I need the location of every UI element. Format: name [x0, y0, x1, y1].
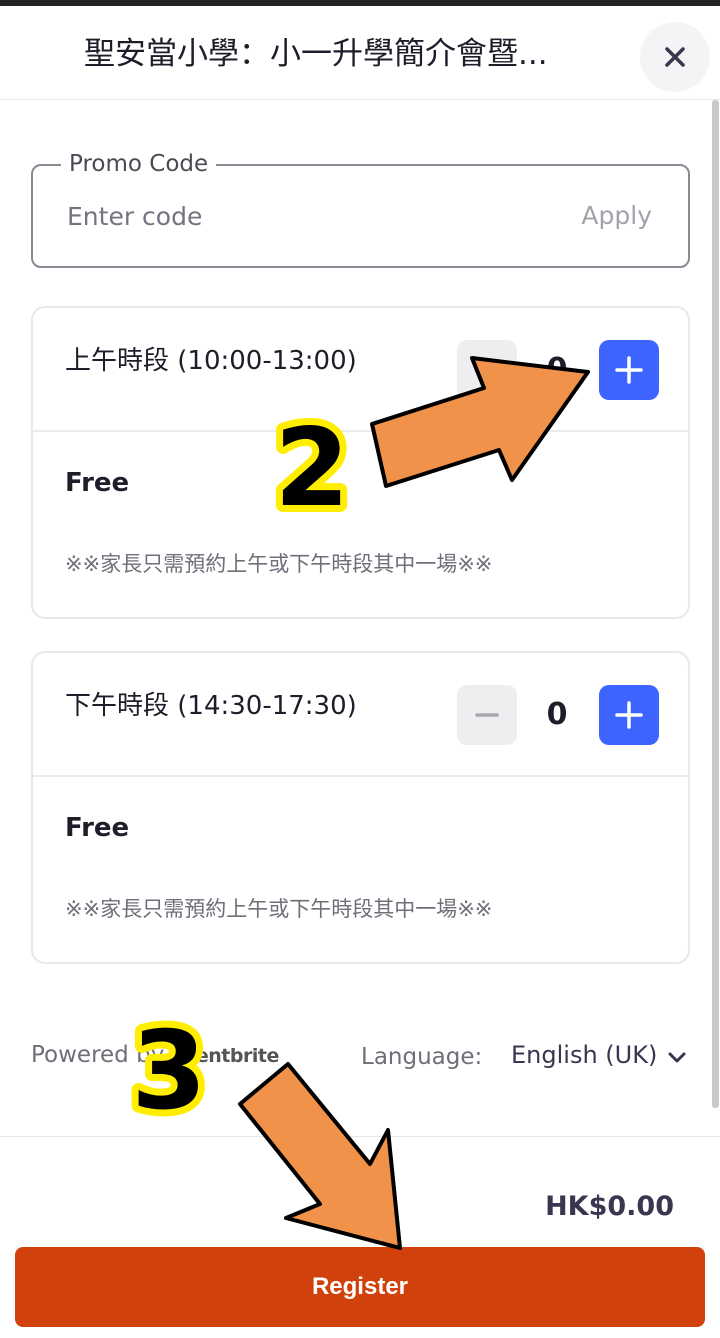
decrease-quantity-button[interactable] — [457, 685, 517, 745]
ticket-card-morning: 上午時段 (10:00-13:00) 0 Free ※※家長只需預約上午或下午時… — [31, 306, 690, 619]
powered-by-text: Powered by — [31, 1042, 165, 1068]
minus-icon — [475, 368, 499, 372]
promo-code-field: Promo Code Apply — [31, 148, 690, 268]
ticket-price: Free — [65, 813, 130, 843]
promo-code-label: Promo Code — [61, 148, 217, 180]
plus-icon — [615, 356, 643, 384]
ticket-name: 上午時段 (10:00-13:00) — [65, 346, 357, 376]
modal-header: 聖安當小學：小一升學簡介會暨... — [0, 6, 720, 100]
ticket-divider — [33, 430, 688, 432]
close-icon — [665, 47, 685, 67]
scrollbar-thumb[interactable] — [712, 100, 719, 1108]
increase-quantity-button[interactable] — [599, 340, 659, 400]
register-button[interactable]: Register — [15, 1247, 705, 1327]
chevron-down-icon[interactable] — [667, 1048, 687, 1068]
event-title: 聖安當小學：小一升學簡介會暨... — [84, 36, 548, 72]
ticket-price: Free — [65, 468, 130, 498]
ticket-note: ※※家長只需預約上午或下午時段其中一場※※ — [65, 897, 493, 921]
ticket-divider — [33, 775, 688, 777]
increase-quantity-button[interactable] — [599, 685, 659, 745]
decrease-quantity-button[interactable] — [457, 340, 517, 400]
apply-button[interactable]: Apply — [581, 198, 652, 234]
close-button[interactable] — [640, 22, 710, 92]
footer-row: Powered by eventbrite Language: English … — [31, 1036, 691, 1076]
quantity-value: 0 — [546, 697, 568, 732]
ticket-card-afternoon: 下午時段 (14:30-17:30) 0 Free ※※家長只需預約上午或下午時… — [31, 651, 690, 964]
ticket-name: 下午時段 (14:30-17:30) — [65, 691, 357, 721]
order-total: HK$0.00 — [545, 1191, 674, 1222]
promo-code-input[interactable] — [67, 196, 507, 236]
powered-by[interactable]: Powered by eventbrite — [31, 1038, 279, 1073]
eventbrite-logo: eventbrite — [171, 1045, 280, 1067]
minus-icon — [475, 713, 499, 717]
language-label: Language: — [361, 1044, 483, 1070]
ticket-note: ※※家長只需預約上午或下午時段其中一場※※ — [65, 552, 493, 576]
language-select[interactable]: English (UK) — [511, 1038, 657, 1072]
quantity-value: 0 — [546, 352, 568, 387]
plus-icon — [615, 701, 643, 729]
checkout-bar: HK$0.00 Register — [0, 1136, 720, 1338]
